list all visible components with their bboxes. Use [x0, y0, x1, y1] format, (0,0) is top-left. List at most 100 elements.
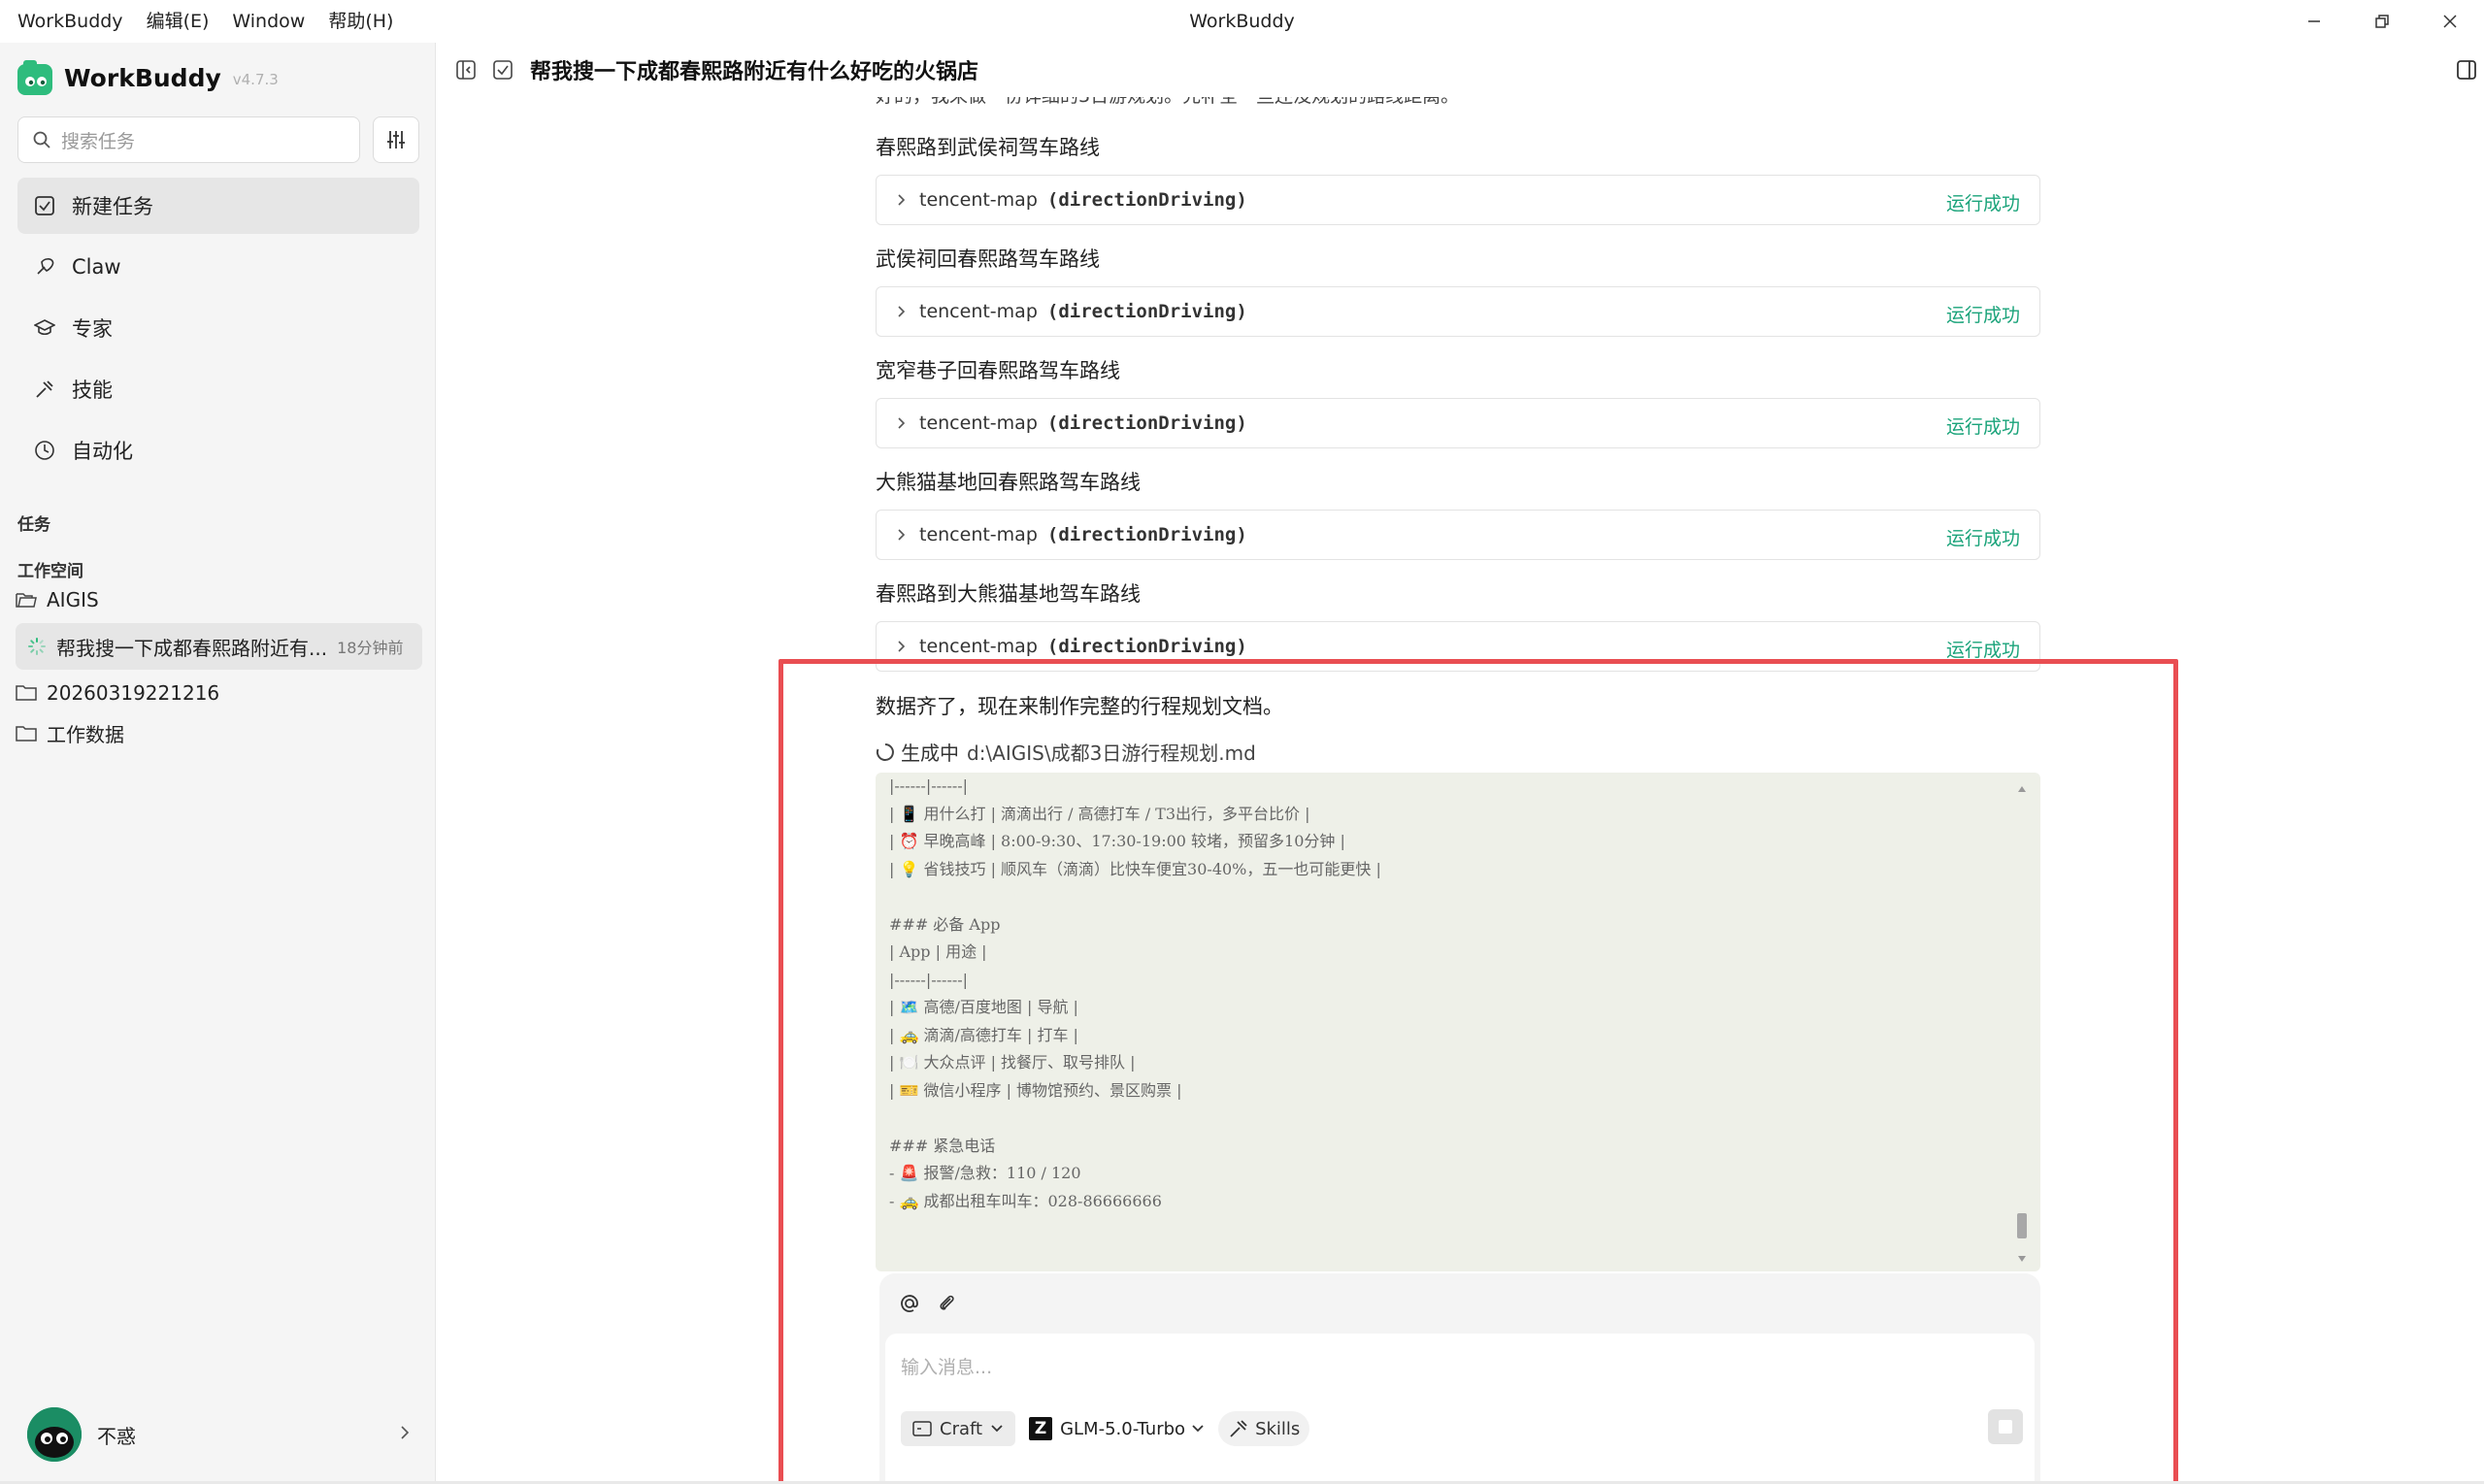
skills-icon: [1230, 1420, 1247, 1437]
chevron-down-icon: [991, 1425, 1003, 1433]
brand: WorkBuddy v4.7.3: [17, 54, 279, 101]
menu-workbuddy[interactable]: WorkBuddy: [0, 0, 135, 43]
folder-label: AIGIS: [47, 588, 99, 611]
code-line: | 💡 省钱技巧 | 顺风车（滴滴）比快车便宜30-40%，五一也可能更快 |: [889, 859, 1381, 878]
mode-label: Craft: [940, 1418, 983, 1439]
step-label: 宽窄巷子回春熙路驾车路线: [876, 359, 1120, 382]
user-profile[interactable]: 不惑: [27, 1405, 419, 1464]
paperclip-icon: [940, 1295, 954, 1310]
scroll-thumb[interactable]: [2017, 1213, 2027, 1238]
step-label: 大熊猫基地回春熙路驾车路线: [876, 471, 1141, 494]
composer-toolbar: [899, 1293, 973, 1314]
mode-selector[interactable]: Craft: [901, 1411, 1016, 1446]
tool-call-card[interactable]: tencent-map (directionDriving) 运行成功: [876, 621, 2040, 672]
toggle-panel-button[interactable]: [2455, 58, 2478, 82]
window-controls: [2280, 0, 2484, 43]
step-label: 武侯祠回春熙路驾车路线: [876, 247, 1100, 271]
status-badge: 运行成功: [1945, 528, 2020, 549]
folder-icon: [16, 685, 37, 701]
code-line: | 🍽️ 大众点评 | 找餐厅、取号排队 |: [889, 1053, 1136, 1072]
task-time: 18分钟前: [337, 639, 404, 657]
workbuddy-logo-icon: [17, 60, 52, 95]
title-bar: WorkBuddy 编辑(E) Window 帮助(H) WorkBuddy: [0, 0, 2484, 43]
minimize-button[interactable]: [2280, 0, 2348, 43]
scrollbar[interactable]: [2015, 786, 2029, 1262]
nav-item-claw[interactable]: Claw: [17, 239, 419, 295]
nav-item-automation[interactable]: 自动化: [17, 422, 419, 478]
status-badge: 运行成功: [1945, 193, 2020, 214]
search-placeholder: 搜索任务: [61, 130, 136, 152]
nav-item-skills[interactable]: 技能: [17, 361, 419, 417]
chevron-right-icon: [401, 1426, 410, 1439]
claw-icon: [33, 255, 56, 279]
folder-work-data[interactable]: 工作数据: [16, 719, 124, 747]
chevron-right-icon: [898, 417, 906, 429]
code-line: | 📱 用什么打 | 滴滴出行 / 高德打车 / T3出行，多平台比价 |: [889, 804, 1310, 823]
new-task-header-button[interactable]: [491, 58, 514, 82]
loading-icon: [28, 638, 46, 655]
nav-item-label: 技能: [72, 379, 113, 402]
file-path: d:\AIGIS\成都3日游行程规划.md: [967, 742, 1256, 765]
folder-open-icon: [16, 593, 37, 608]
restore-button[interactable]: [2348, 0, 2416, 43]
at-icon: [901, 1295, 918, 1312]
composer-controls: Craft Z GLM-5.0-Turbo Skills: [901, 1411, 1310, 1446]
filter-button[interactable]: [373, 116, 419, 163]
menu-help[interactable]: 帮助(H): [316, 0, 405, 43]
code-preview[interactable]: |------|------| | 📱 用什么打 | 滴滴出行 / 高德打车 / …: [876, 773, 2040, 1271]
spinner-icon: [876, 742, 894, 761]
message-placeholder: 输入消息...: [901, 1357, 993, 1378]
chevron-down-icon: [1192, 1425, 1204, 1433]
tool-call-card[interactable]: tencent-map (directionDriving) 运行成功: [876, 398, 2040, 448]
nav-item-new-task[interactable]: 新建任务: [17, 178, 419, 234]
menu-edit[interactable]: 编辑(E): [135, 0, 221, 43]
nav-item-expert[interactable]: 专家: [17, 300, 419, 356]
task-title: 帮我搜一下成都春熙路附近有...: [56, 636, 328, 660]
sidebar: WorkBuddy v4.7.3 搜索任务 新建任务 Claw 专家 技能 自动…: [0, 43, 436, 1484]
chevron-right-icon: [898, 641, 906, 652]
tool-function: (directionDriving): [1046, 636, 1247, 657]
workspace-section-label: 工作空间: [17, 562, 83, 581]
status-badge: 运行成功: [1945, 305, 2020, 326]
skills-button[interactable]: Skills: [1218, 1411, 1310, 1446]
code-line: |------|------|: [889, 776, 969, 795]
stop-button[interactable]: [1988, 1409, 2023, 1444]
model-selector[interactable]: Z GLM-5.0-Turbo: [1029, 1411, 1205, 1446]
code-line: ### 必备 App: [889, 914, 1001, 934]
model-label: GLM-5.0-Turbo: [1060, 1418, 1186, 1439]
tool-name: tencent-map: [919, 189, 1038, 211]
mention-button[interactable]: [899, 1293, 920, 1314]
collapse-sidebar-button[interactable]: [454, 58, 478, 82]
folder-aigis[interactable]: AIGIS: [16, 588, 99, 611]
tool-call-card[interactable]: tencent-map (directionDriving) 运行成功: [876, 510, 2040, 560]
code-line: | App | 用途 |: [889, 942, 987, 961]
close-button[interactable]: [2416, 0, 2484, 43]
new-task-icon: [493, 60, 513, 80]
code-line: |------|------|: [889, 970, 969, 989]
page-title: 帮我搜一下成都春熙路附近有什么好吃的火锅店: [530, 60, 979, 84]
clock-icon: [33, 439, 56, 462]
task-item-active[interactable]: 帮我搜一下成都春熙路附近有... 18分钟前: [16, 623, 422, 670]
tool-name: tencent-map: [919, 412, 1038, 434]
code-line: | 🎫 微信小程序 | 博物馆预约、景区购票 |: [889, 1080, 1182, 1100]
code-line: ### 紧急电话: [889, 1136, 996, 1155]
status-badge: 运行成功: [1945, 416, 2020, 438]
sidebar-collapse-icon: [456, 60, 476, 80]
message-input[interactable]: 输入消息... Craft Z GLM-5.0-Turbo Skills: [885, 1334, 2035, 1484]
sliders-icon: [387, 131, 405, 148]
search-input[interactable]: 搜索任务: [17, 116, 360, 163]
menu-window[interactable]: Window: [220, 0, 316, 43]
code-line: - 🚨 报警/急救：110 / 120: [889, 1164, 1081, 1182]
code-line: | 🚕 滴滴/高德打车 | 打车 |: [889, 1025, 1078, 1044]
code-line: | 🗺️ 高德/百度地图 | 导航 |: [889, 998, 1078, 1016]
tasks-section-label: 任务: [17, 515, 50, 535]
scroll-up-icon: [2018, 786, 2026, 792]
status-badge: 运行成功: [1945, 640, 2020, 661]
folder-20260319221216[interactable]: 20260319221216: [16, 681, 219, 705]
tool-call-card[interactable]: tencent-map (directionDriving) 运行成功: [876, 286, 2040, 337]
tool-call-card[interactable]: tencent-map (directionDriving) 运行成功: [876, 175, 2040, 225]
brand-version: v4.7.3: [232, 71, 279, 88]
nav-item-label: Claw: [72, 255, 121, 279]
app-window: WorkBuddy 编辑(E) Window 帮助(H) WorkBuddy W…: [0, 0, 2484, 1484]
attach-button[interactable]: [936, 1293, 957, 1314]
